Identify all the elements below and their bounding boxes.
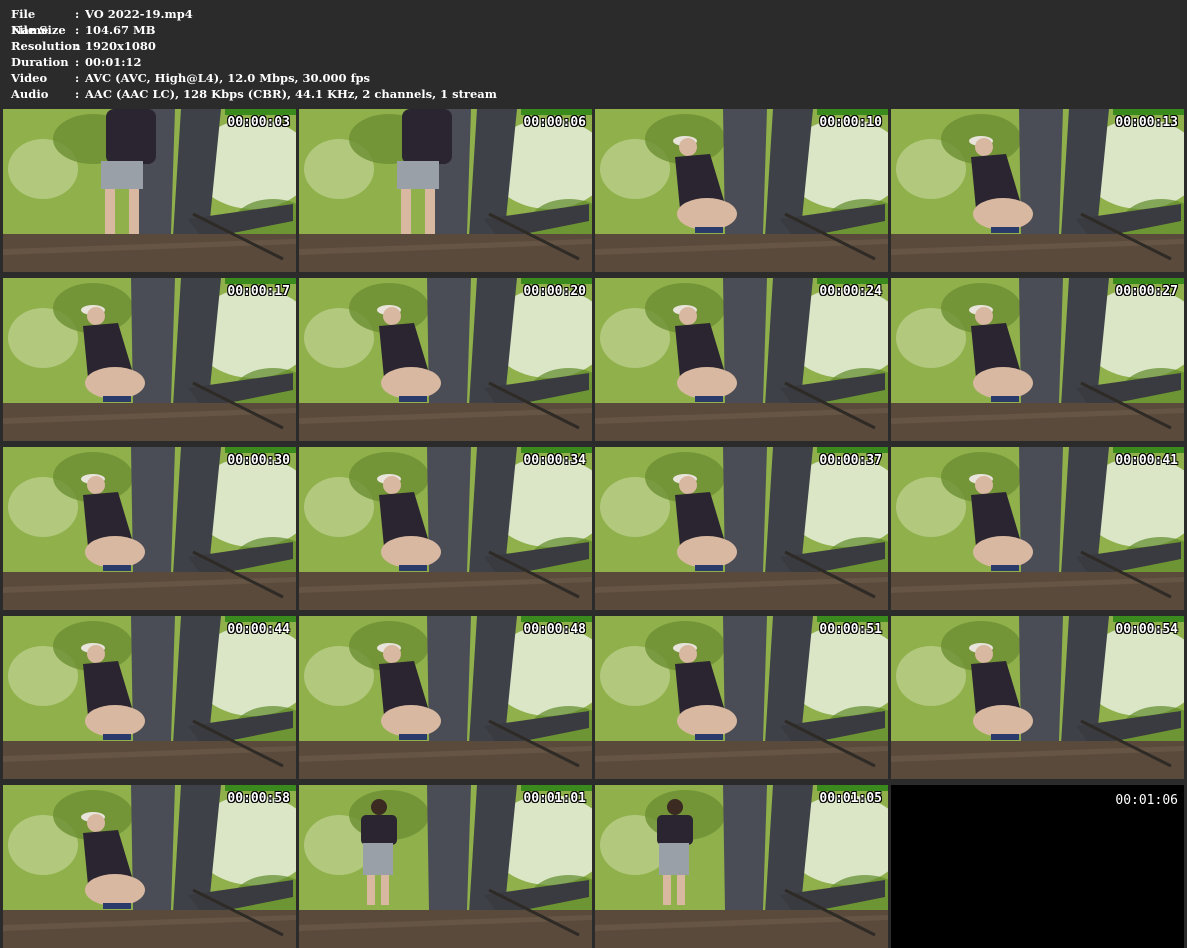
thumbnail-scene bbox=[595, 109, 888, 272]
thumbnail-frame: 00:00:24 bbox=[595, 278, 888, 441]
thumbnail-timestamp: 00:00:41 bbox=[1115, 453, 1178, 468]
thumbnail-timestamp: 00:01:06 bbox=[1115, 793, 1178, 808]
thumbnail-timestamp: 00:00:54 bbox=[1115, 622, 1178, 637]
thumbnail-frame: 00:00:10 bbox=[595, 109, 888, 272]
thumbnail-timestamp: 00:00:06 bbox=[523, 115, 586, 130]
thumbnail-timestamp: 00:00:48 bbox=[523, 622, 586, 637]
thumbnail-frame: 00:00:58 bbox=[3, 785, 296, 948]
file-info-separator: : bbox=[75, 39, 80, 53]
thumbnail-frame: 00:00:41 bbox=[891, 447, 1184, 610]
thumbnail-timestamp: 00:00:34 bbox=[523, 453, 586, 468]
thumbnail-frame: 00:00:17 bbox=[3, 278, 296, 441]
thumbnail-timestamp: 00:01:05 bbox=[819, 791, 882, 806]
thumbnail-timestamp: 00:00:58 bbox=[227, 791, 290, 806]
file-info-value: 104.67 MB bbox=[85, 23, 156, 37]
file-info-separator: : bbox=[75, 87, 80, 101]
file-info-separator: : bbox=[75, 23, 80, 37]
thumbnail-frame: 00:01:06 bbox=[891, 785, 1184, 948]
file-info-row: File Size:104.67 MB bbox=[11, 22, 497, 38]
thumbnail-scene bbox=[299, 109, 592, 272]
thumbnail-scene bbox=[3, 785, 296, 948]
thumbnail-timestamp: 00:00:44 bbox=[227, 622, 290, 637]
file-info-separator: : bbox=[75, 7, 80, 21]
file-info-value: 1920x1080 bbox=[85, 39, 156, 53]
thumbnail-timestamp: 00:00:27 bbox=[1115, 284, 1178, 299]
thumbnail-frame: 00:00:51 bbox=[595, 616, 888, 779]
file-info-row: File Name: VO 2022-19.mp4 bbox=[11, 6, 497, 37]
thumbnail-scene bbox=[891, 109, 1184, 272]
thumbnail-timestamp: 00:00:03 bbox=[227, 115, 290, 130]
thumbnail-timestamp: 00:01:01 bbox=[523, 791, 586, 806]
thumbnail-scene bbox=[595, 785, 888, 948]
thumbnail-frame: 00:01:05 bbox=[595, 785, 888, 948]
thumbnail-scene bbox=[891, 616, 1184, 779]
thumbnail-scene bbox=[595, 616, 888, 779]
file-info-value: VO 2022-19.mp4 bbox=[85, 7, 193, 21]
thumbnail-timestamp: 00:00:51 bbox=[819, 622, 882, 637]
thumbnail-frame: 00:00:54 bbox=[891, 616, 1184, 779]
file-info-value: AVC (AVC, High@L4), 12.0 Mbps, 30.000 fp… bbox=[85, 71, 371, 85]
thumbnail-frame: 00:00:30 bbox=[3, 447, 296, 610]
thumbnail-scene bbox=[891, 278, 1184, 441]
thumbnail-scene bbox=[3, 109, 296, 272]
file-info-key: Resolution bbox=[11, 39, 81, 53]
file-info-value: AAC (AAC LC), 128 Kbps (CBR), 44.1 KHz, … bbox=[85, 87, 497, 101]
thumbnail-scene bbox=[891, 447, 1184, 610]
file-info-row: Resolution:1920x1080 bbox=[11, 38, 497, 54]
file-info-row: Audio: AAC (AAC LC), 128 Kbps (CBR), 44.1… bbox=[11, 86, 497, 102]
thumbnail-scene bbox=[595, 447, 888, 610]
thumbnail-frame: 00:00:34 bbox=[299, 447, 592, 610]
thumbnail-frame: 00:00:27 bbox=[891, 278, 1184, 441]
thumbnail-frame: 00:01:01 bbox=[299, 785, 592, 948]
file-info-key: Video bbox=[11, 71, 48, 85]
thumbnail-scene bbox=[595, 278, 888, 441]
file-info-key: Duration bbox=[11, 55, 69, 69]
thumbnail-timestamp: 00:00:10 bbox=[819, 115, 882, 130]
thumbnail-frame: 00:00:13 bbox=[891, 109, 1184, 272]
file-info-value: 00:01:12 bbox=[85, 55, 142, 69]
file-info-separator: : bbox=[75, 71, 80, 85]
file-info-key: File Size bbox=[11, 23, 66, 37]
thumbnail-timestamp: 00:00:17 bbox=[227, 284, 290, 299]
thumbnail-scene bbox=[299, 616, 592, 779]
thumbnail-timestamp: 00:00:13 bbox=[1115, 115, 1178, 130]
thumbnail-scene bbox=[299, 785, 592, 948]
thumbnail-scene bbox=[299, 447, 592, 610]
file-info-key: File Name bbox=[11, 7, 49, 37]
thumbnail-timestamp: 00:00:30 bbox=[227, 453, 290, 468]
thumbnail-scene bbox=[299, 278, 592, 441]
file-info-row: Duration:00:01:12 bbox=[11, 54, 497, 70]
thumbnail-timestamp: 00:00:20 bbox=[523, 284, 586, 299]
thumbnail-grid: 00:00:03 00:00:06 00:00:10 00:00:13 00:00:17… bbox=[3, 109, 1185, 948]
thumbnail-frame: 00:00:20 bbox=[299, 278, 592, 441]
file-info-separator: : bbox=[75, 55, 80, 69]
thumbnail-scene bbox=[3, 278, 296, 441]
file-info-panel: File Name: VO 2022-19.mp4 File Size:104.67… bbox=[11, 6, 497, 102]
file-info-row: Video: AVC (AVC, High@L4), 12.0 Mbps, 30.… bbox=[11, 70, 497, 86]
thumbnail-scene bbox=[3, 447, 296, 610]
thumbnail-frame: 00:00:03 bbox=[3, 109, 296, 272]
thumbnail-frame: 00:00:48 bbox=[299, 616, 592, 779]
thumbnail-frame: 00:00:06 bbox=[299, 109, 592, 272]
thumbnail-frame: 00:00:44 bbox=[3, 616, 296, 779]
thumbnail-timestamp: 00:00:24 bbox=[819, 284, 882, 299]
thumbnail-frame: 00:00:37 bbox=[595, 447, 888, 610]
file-info-key: Audio bbox=[11, 87, 49, 101]
thumbnail-timestamp: 00:00:37 bbox=[819, 453, 882, 468]
thumbnail-scene bbox=[3, 616, 296, 779]
